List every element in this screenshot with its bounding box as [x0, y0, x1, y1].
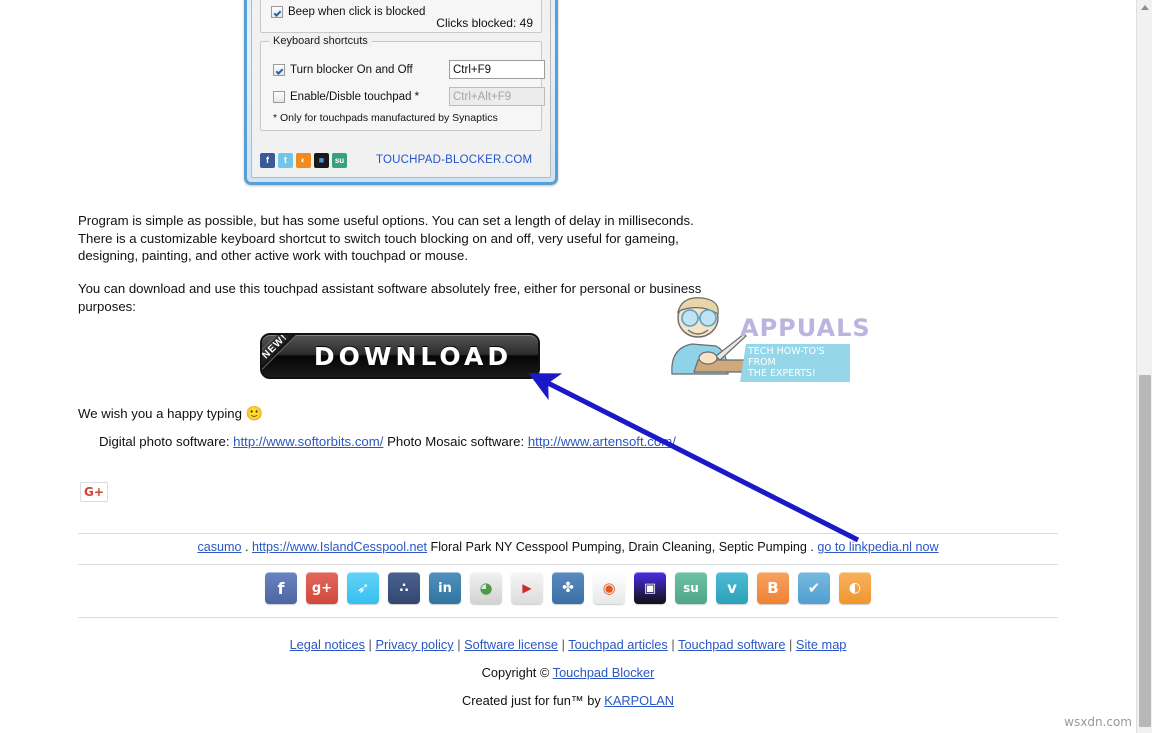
footer-link-site-map[interactable]: Site map: [796, 637, 847, 652]
footer-sep: |: [671, 637, 675, 652]
google-plus-icon[interactable]: g+: [306, 572, 338, 604]
ad-link-linkpedia[interactable]: go to linkpedia.nl now: [817, 540, 938, 554]
copyright-line: Copyright © Touchpad Blocker: [0, 665, 1136, 680]
ad-link-casumo[interactable]: casumo: [197, 540, 241, 554]
smiley-icon: 🙂: [245, 405, 264, 421]
appuals-person-illustration: [671, 297, 751, 375]
twitter-icon[interactable]: t: [278, 152, 293, 168]
footer-link-legal-notices[interactable]: Legal notices: [290, 637, 365, 652]
happy-typing-text: We wish you a happy typing: [78, 406, 242, 421]
footer-link-privacy-policy[interactable]: Privacy policy: [375, 637, 453, 652]
karpolan-link[interactable]: KARPOLAN: [604, 693, 674, 708]
intro-paragraph-1: Program is simple as possible, but has s…: [78, 213, 694, 263]
beep-checkbox[interactable]: [271, 6, 283, 18]
touchpad-shortcut-input: [449, 87, 545, 106]
photo-mosaic-label: Photo Mosaic software:: [387, 434, 525, 449]
stumbleupon-icon[interactable]: su: [332, 152, 347, 168]
scrollbar-thumb[interactable]: [1139, 375, 1151, 727]
vimeo-icon[interactable]: v: [716, 572, 748, 604]
clicks-blocked-counter: Clicks blocked: 49: [436, 16, 533, 30]
google-plus-share-button[interactable]: G+: [80, 482, 108, 502]
ad-link-islandcesspool[interactable]: https://www.IslandCesspool.net: [252, 540, 427, 554]
beep-option-label: Beep when click is blocked: [288, 6, 426, 18]
footer-links-row: Legal notices | Privacy policy | Softwar…: [0, 637, 1136, 652]
facebook-icon[interactable]: f: [260, 152, 275, 168]
social-icons-row: f g+ ➶ ∴ in ◕ ▶ ✤ ◉ ▣ su v B ✔ ◐: [0, 572, 1136, 604]
app-window-footer: f t ◐ ■ su TOUCHPAD-BLOCKER.COM: [260, 149, 542, 171]
keyboard-shortcuts-group: Keyboard shortcuts Turn blocker On and O…: [260, 35, 545, 131]
arrow-line: [528, 373, 860, 543]
footer-sep: |: [789, 637, 793, 652]
youtube-icon[interactable]: ▶: [511, 572, 543, 604]
reddit-icon[interactable]: ◉: [593, 572, 625, 604]
divider-below-social: [78, 617, 1058, 618]
ad-text: Floral Park NY Cesspool Pumping, Drain C…: [427, 540, 818, 554]
linkedin-icon[interactable]: in: [429, 572, 461, 604]
download-button-container: NEW! DOWNLOAD: [256, 329, 544, 383]
intro-paragraph-2: You can download and use this touchpad a…: [78, 281, 702, 314]
sponsored-links-row: casumo . https://www.IslandCesspool.net …: [0, 540, 1136, 554]
delicious-icon[interactable]: ■: [314, 152, 329, 168]
digital-photo-label: Digital photo software:: [99, 434, 230, 449]
blocking-options-group: Beep when click is blocked Clicks blocke…: [260, 0, 542, 33]
annotation-arrow: [528, 373, 860, 543]
app-site-link[interactable]: TOUCHPAD-BLOCKER.COM: [376, 154, 532, 166]
myspace-icon[interactable]: ∴: [388, 572, 420, 604]
footer-link-touchpad-articles[interactable]: Touchpad articles: [568, 637, 668, 652]
copyright-link[interactable]: Touchpad Blocker: [553, 665, 655, 680]
created-prefix: Created just for fun™ by: [462, 693, 605, 708]
footer-sep: |: [561, 637, 565, 652]
partner-software-links: Digital photo software: http://www.softo…: [99, 434, 676, 449]
created-by-line: Created just for fun™ by KARPOLAN: [0, 693, 1136, 708]
appuals-watermark-logo: APPUALS TECH HOW-TO'S FROM THE EXPERTS!: [658, 296, 870, 386]
footer-sep: |: [368, 637, 372, 652]
download-button-label: DOWNLOAD: [313, 341, 513, 371]
diigo-icon[interactable]: ▣: [634, 572, 666, 604]
appuals-title: APPUALS: [740, 314, 871, 342]
ad-separator-1: .: [241, 540, 253, 554]
enable-touchpad-label: Enable/Disble touchpad *: [290, 90, 420, 103]
synaptics-footnote: * Only for touchpads manufactured by Syn…: [273, 112, 498, 124]
beep-option-row[interactable]: Beep when click is blocked: [271, 6, 425, 18]
rss-icon[interactable]: ◐: [839, 572, 871, 604]
delicious-icon[interactable]: ✤: [552, 572, 584, 604]
appuals-tagline-line1: TECH HOW-TO'S FROM: [748, 346, 825, 368]
app-window-content: Beep when click is blocked Clicks blocke…: [251, 0, 551, 178]
download-button[interactable]: NEW! DOWNLOAD: [260, 333, 540, 379]
turn-blocker-shortcut-input[interactable]: [449, 60, 545, 79]
facebook-icon[interactable]: f: [265, 572, 297, 604]
footer-sep: |: [457, 637, 461, 652]
divider-below-ads: [78, 564, 1058, 565]
shortcut-row-touchpad[interactable]: Enable/Disble touchpad *: [273, 87, 549, 106]
new-ribbon-label: NEW!: [262, 335, 307, 377]
page-watermark: wsxdn.com: [1064, 715, 1132, 729]
softorbits-link[interactable]: http://www.softorbits.com/: [233, 434, 383, 449]
scrollbar-up-arrow[interactable]: [1137, 0, 1152, 14]
stumbleupon-icon[interactable]: su: [675, 572, 707, 604]
divider-above-ads: [78, 533, 1058, 534]
twitter-icon[interactable]: ➶: [347, 572, 379, 604]
artensoft-link[interactable]: http://www.artensoft.com/: [528, 434, 676, 449]
checkmark-icon[interactable]: ✔: [798, 572, 830, 604]
appuals-tagline-line2: THE EXPERTS!: [748, 368, 816, 379]
appuals-tagline: TECH HOW-TO'S FROM THE EXPERTS!: [740, 344, 850, 382]
footer-link-software-license[interactable]: Software license: [464, 637, 558, 652]
footer-link-touchpad-software[interactable]: Touchpad software: [678, 637, 785, 652]
enable-touchpad-checkbox[interactable]: [273, 90, 285, 103]
happy-typing-line: We wish you a happy typing 🙂: [78, 405, 263, 422]
copyright-prefix: Copyright ©: [481, 665, 553, 680]
picasa-icon[interactable]: ◕: [470, 572, 502, 604]
shortcut-row-blocker[interactable]: Turn blocker On and Off: [273, 60, 549, 79]
turn-blocker-label: Turn blocker On and Off: [290, 63, 413, 76]
keyboard-shortcuts-title: Keyboard shortcuts: [269, 35, 372, 47]
browser-page: Beep when click is blocked Clicks blocke…: [0, 0, 1152, 733]
turn-blocker-checkbox[interactable]: [273, 63, 285, 76]
blogger-icon[interactable]: B: [757, 572, 789, 604]
touchpad-blocker-app-window: Beep when click is blocked Clicks blocke…: [244, 0, 558, 185]
rss-icon[interactable]: ◐: [296, 152, 311, 168]
vertical-scrollbar[interactable]: [1136, 0, 1152, 733]
